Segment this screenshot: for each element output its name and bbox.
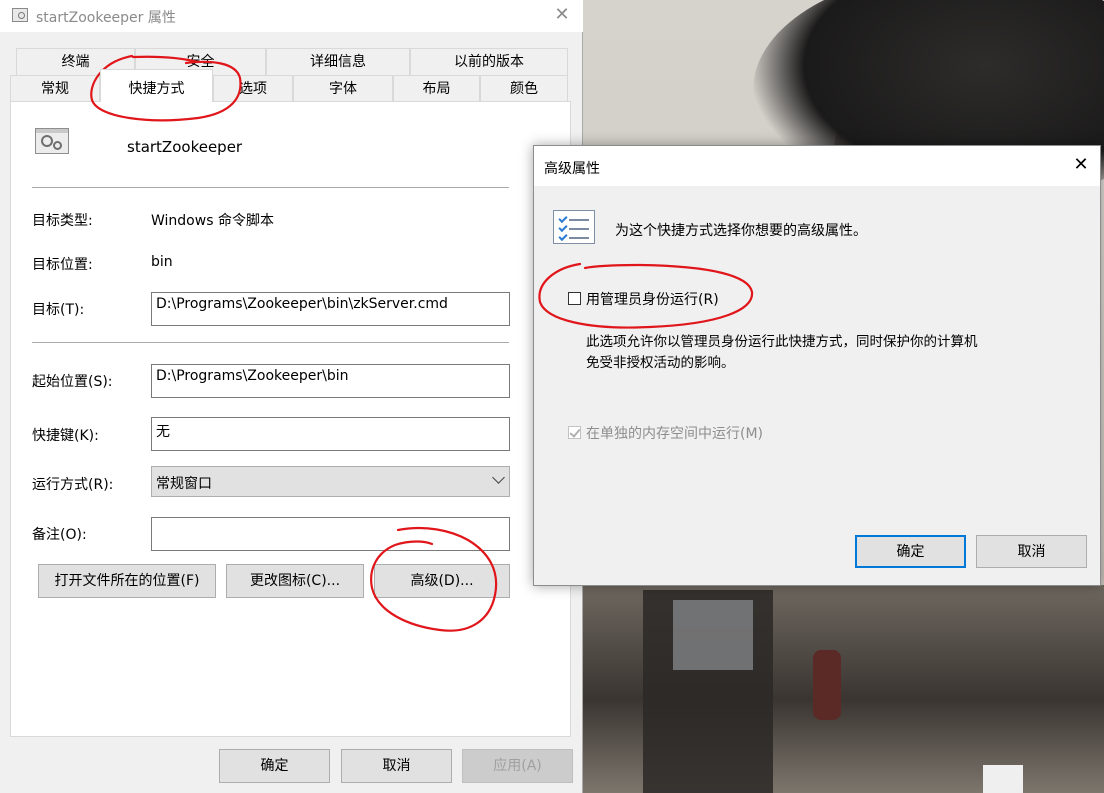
app-icon [35,128,69,154]
dialog-title: 高级属性 [544,161,600,177]
run-as-admin-checkbox[interactable] [568,292,581,305]
start-in-field[interactable]: D:\Programs\Zookeeper\bin [151,364,510,398]
tab-shortcut[interactable]: 快捷方式 [100,69,213,102]
window-title: startZookeeper 属性 [36,10,176,26]
cancel-button[interactable]: 取消 [341,749,452,783]
target-type-label: 目标类型: [32,213,93,229]
tab-font[interactable]: 字体 [293,75,393,102]
divider [32,342,509,343]
dialog-cancel-button[interactable]: 取消 [976,535,1087,568]
background-extinguisher [813,650,841,720]
target-label: 目标(T): [32,302,85,318]
separate-memory-label: 在单独的内存空间中运行(M) [586,426,764,442]
run-select-value: 常规窗口 [156,476,212,492]
target-location-label: 目标位置: [32,257,93,273]
target-field[interactable]: D:\Programs\Zookeeper\bin\zkServer.cmd [151,292,510,326]
dialog-intro: 为这个快捷方式选择你想要的高级属性。 [615,223,867,239]
shortcut-key-label: 快捷键(K): [32,428,99,444]
run-as-admin-description-2: 免受非授权活动的影响。 [586,355,735,371]
tab-details[interactable]: 详细信息 [266,48,410,75]
dialog-titlebar: 高级属性 ✕ [534,146,1100,186]
properties-titlebar: startZookeeper 属性 ✕ [0,0,583,32]
run-as-admin-label[interactable]: 用管理员身份运行(R) [586,289,719,309]
close-icon[interactable]: ✕ [1070,154,1092,176]
advanced-button[interactable]: 高级(D)... [374,564,510,598]
apply-button[interactable]: 应用(A) [462,749,573,783]
checklist-icon [553,210,595,244]
start-in-label: 起始位置(S): [32,374,113,390]
comment-label: 备注(O): [32,527,87,543]
chevron-down-icon [492,471,505,484]
change-icon-button[interactable]: 更改图标(C)... [226,564,364,598]
tab-previous-versions[interactable]: 以前的版本 [410,48,568,75]
dialog-ok-button[interactable]: 确定 [855,535,966,568]
properties-window: startZookeeper 属性 ✕ 终端 安全 详细信息 以前的版本 常规 … [0,0,583,793]
run-as-admin-description-1: 此选项允许你以管理员身份运行此快捷方式，同时保护你的计算机 [586,334,978,350]
app-name: startZookeeper [127,138,243,156]
background-window [673,600,753,670]
open-file-location-button[interactable]: 打开文件所在的位置(F) [38,564,216,598]
divider [32,187,509,188]
tab-options[interactable]: 选项 [213,75,293,102]
close-icon[interactable]: ✕ [552,4,572,26]
separate-memory-checkbox [568,426,581,439]
tab-layout[interactable]: 布局 [393,75,480,102]
shortcut-icon [12,8,28,22]
target-type-value: Windows 命令脚本 [151,213,274,229]
background-box [983,765,1023,793]
tab-colors[interactable]: 颜色 [480,75,568,102]
ok-button[interactable]: 确定 [219,749,330,783]
advanced-properties-dialog: 高级属性 ✕ 为这个快捷方式选择你想要的高级属性。 用管理员身份运行(R) 此选… [533,145,1101,586]
tab-general[interactable]: 常规 [10,75,100,102]
comment-field[interactable] [151,517,510,551]
shortcut-key-field[interactable]: 无 [151,417,510,451]
run-label: 运行方式(R): [32,477,114,493]
target-location-value: bin [151,254,173,270]
run-select[interactable]: 常规窗口 [151,466,510,497]
